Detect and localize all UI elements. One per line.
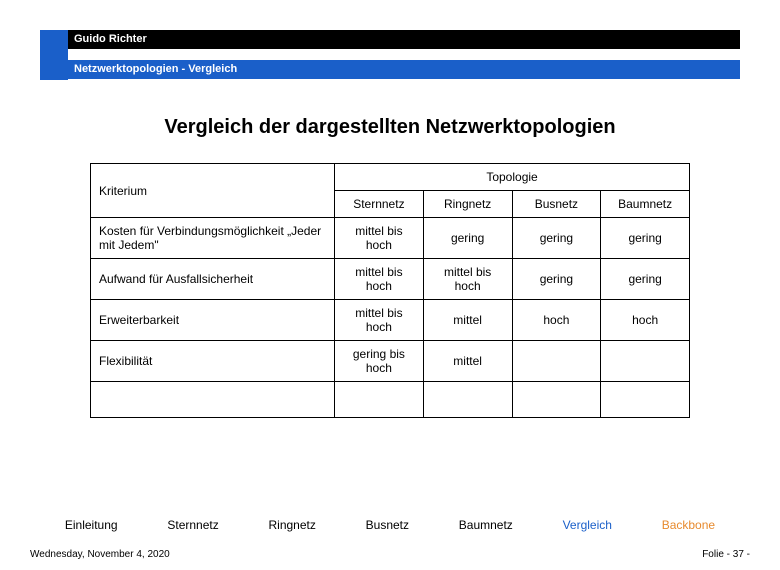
page-number: 37 bbox=[733, 549, 744, 560]
nav-busnetz[interactable]: Busnetz bbox=[366, 518, 409, 532]
value-cell bbox=[512, 341, 601, 382]
value-cell: mittel bis hoch bbox=[335, 300, 424, 341]
author-bar: Guido Richter bbox=[68, 30, 740, 49]
comparison-table: Kriterium Topologie Sternnetz Ringnetz B… bbox=[90, 163, 690, 418]
table-row: Flexibilität gering bis hoch mittel bbox=[91, 341, 690, 382]
nav-ringnetz[interactable]: Ringnetz bbox=[269, 518, 316, 532]
nav-baumnetz[interactable]: Baumnetz bbox=[459, 518, 513, 532]
nav-backbone[interactable]: Backbone bbox=[662, 518, 715, 532]
table-row: Aufwand für Ausfallsicherheit mittel bis… bbox=[91, 259, 690, 300]
value-cell: gering bbox=[423, 218, 512, 259]
value-cell: mittel bbox=[423, 300, 512, 341]
page-prefix: Folie - bbox=[702, 549, 733, 560]
value-cell: gering bbox=[601, 218, 690, 259]
footer-page: Folie - 37 - bbox=[702, 549, 750, 560]
value-cell bbox=[601, 341, 690, 382]
topology-header: Topologie bbox=[335, 164, 690, 191]
section-nav: Einleitung Sternnetz Ringnetz Busnetz Ba… bbox=[0, 518, 780, 532]
value-cell bbox=[512, 382, 601, 418]
value-cell: gering bbox=[601, 259, 690, 300]
value-cell: hoch bbox=[512, 300, 601, 341]
comparison-table-wrap: Kriterium Topologie Sternnetz Ringnetz B… bbox=[90, 163, 690, 418]
footer-date: Wednesday, November 4, 2020 bbox=[30, 549, 170, 560]
value-cell: mittel bis hoch bbox=[423, 259, 512, 300]
page-suffix: - bbox=[744, 549, 750, 560]
criterion-cell: Erweiterbarkeit bbox=[91, 300, 335, 341]
criterion-header: Kriterium bbox=[91, 164, 335, 218]
col-baumnetz: Baumnetz bbox=[601, 191, 690, 218]
table-row: Erweiterbarkeit mittel bis hoch mittel h… bbox=[91, 300, 690, 341]
value-cell: gering bis hoch bbox=[335, 341, 424, 382]
criterion-cell: Flexibilität bbox=[91, 341, 335, 382]
value-cell bbox=[601, 382, 690, 418]
value-cell: mittel bis hoch bbox=[335, 218, 424, 259]
slide-title: Vergleich der dargestellten Netzwerktopo… bbox=[0, 116, 780, 139]
topic-bar: Netzwerktopologien - Vergleich bbox=[68, 60, 740, 79]
value-cell: mittel bis hoch bbox=[335, 259, 424, 300]
criterion-cell: Aufwand für Ausfallsicherheit bbox=[91, 259, 335, 300]
value-cell bbox=[335, 382, 424, 418]
slide-header: Guido Richter Netzwerktopologien - Vergl… bbox=[0, 0, 780, 80]
criterion-cell bbox=[91, 382, 335, 418]
nav-einleitung[interactable]: Einleitung bbox=[65, 518, 118, 532]
nav-sternnetz[interactable]: Sternnetz bbox=[167, 518, 218, 532]
value-cell: gering bbox=[512, 218, 601, 259]
value-cell bbox=[423, 382, 512, 418]
col-busnetz: Busnetz bbox=[512, 191, 601, 218]
table-row: Kosten für Verbindungsmöglichkeit „Jeder… bbox=[91, 218, 690, 259]
table-row-empty bbox=[91, 382, 690, 418]
col-sternnetz: Sternnetz bbox=[335, 191, 424, 218]
value-cell: gering bbox=[512, 259, 601, 300]
col-ringnetz: Ringnetz bbox=[423, 191, 512, 218]
nav-vergleich[interactable]: Vergleich bbox=[563, 518, 612, 532]
criterion-cell: Kosten für Verbindungsmöglichkeit „Jeder… bbox=[91, 218, 335, 259]
header-accent-box bbox=[40, 30, 68, 80]
value-cell: hoch bbox=[601, 300, 690, 341]
value-cell: mittel bbox=[423, 341, 512, 382]
